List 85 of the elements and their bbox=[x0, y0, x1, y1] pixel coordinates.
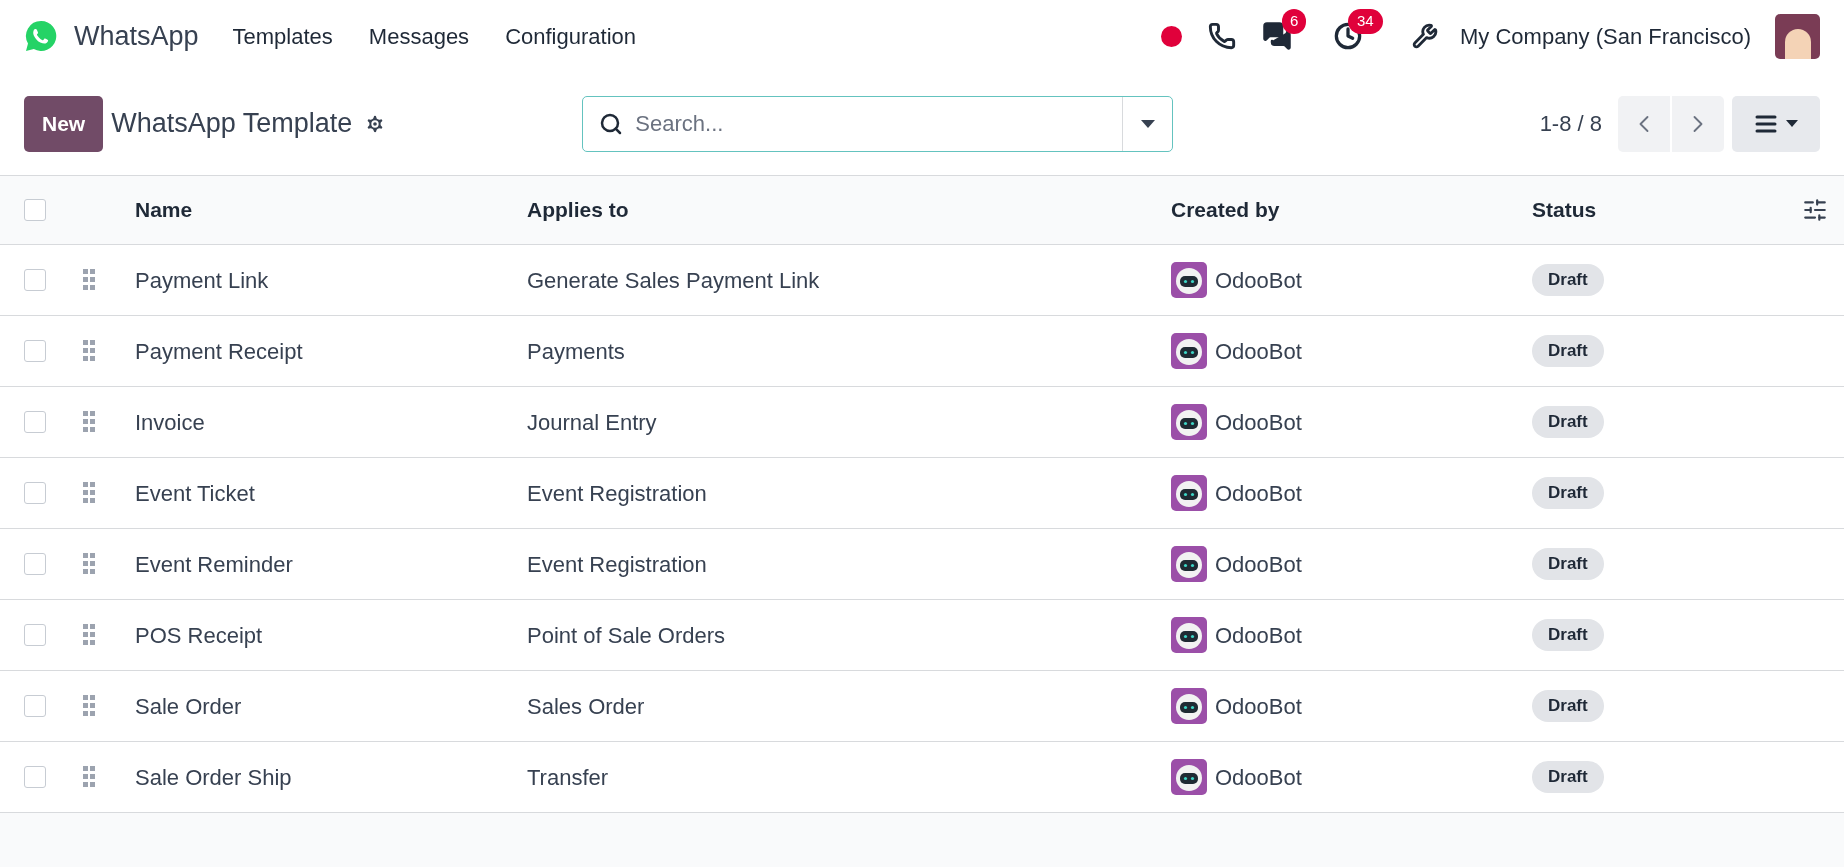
table-cell: Journal Entry bbox=[527, 409, 657, 435]
robot-avatar bbox=[1171, 546, 1207, 582]
checkbox[interactable] bbox=[24, 624, 46, 646]
robot-avatar bbox=[1171, 333, 1207, 369]
drag-handle-icon[interactable] bbox=[83, 269, 95, 291]
table-cell: Event Registration bbox=[527, 551, 707, 577]
search-bar[interactable]: Search... bbox=[582, 95, 1174, 152]
caret-icon bbox=[1140, 119, 1155, 128]
table-cell: Payment Link bbox=[135, 267, 269, 293]
robot-avatar bbox=[1171, 404, 1207, 440]
table-cell-text: OdooBot bbox=[1215, 266, 1302, 295]
status-badge: Draft bbox=[1532, 477, 1604, 509]
robot-avatar bbox=[1171, 475, 1207, 511]
table-cell: Sales Order bbox=[527, 693, 645, 719]
status-badge: Draft bbox=[1532, 690, 1604, 722]
notification-badge: 34 bbox=[1348, 9, 1383, 34]
table-cell: Transfer bbox=[527, 764, 609, 790]
menu-item[interactable]: Configuration bbox=[487, 19, 654, 53]
robot-avatar bbox=[1171, 617, 1207, 653]
phone-icon[interactable] bbox=[1208, 22, 1236, 50]
table-cell-text: OdooBot bbox=[1215, 763, 1302, 792]
table-cell: Payment Receipt bbox=[135, 338, 303, 364]
drag-handle-icon[interactable] bbox=[83, 624, 95, 646]
chat-bubble-logo-icon[interactable] bbox=[24, 19, 58, 53]
new-button[interactable]: New bbox=[24, 95, 104, 152]
table-cell: Sale Order Ship bbox=[135, 764, 292, 790]
column-header[interactable]: Status bbox=[1532, 194, 1597, 226]
next-button[interactable] bbox=[1672, 95, 1724, 152]
drag-handle-icon[interactable] bbox=[83, 340, 95, 362]
status-badge: Draft bbox=[1532, 619, 1604, 651]
table-cell-text: OdooBot bbox=[1215, 479, 1302, 508]
status-badge: Draft bbox=[1532, 761, 1604, 793]
menu-item[interactable]: Templates bbox=[214, 19, 351, 53]
previous-button[interactable] bbox=[1618, 95, 1670, 152]
checkbox[interactable] bbox=[24, 695, 46, 717]
menu-item[interactable]: Messages bbox=[350, 19, 488, 53]
checkbox[interactable] bbox=[24, 340, 46, 362]
column-header[interactable]: Name bbox=[135, 198, 193, 222]
drag-handle-icon[interactable] bbox=[83, 695, 95, 717]
pager-value[interactable]: 1-8 / 8 bbox=[1539, 107, 1602, 140]
table-cell: Invoice bbox=[135, 409, 205, 435]
table-cell-text: OdooBot bbox=[1215, 621, 1302, 650]
column-settings-icon[interactable] bbox=[1802, 197, 1828, 223]
table-cell: Point of Sale Orders bbox=[527, 622, 726, 648]
status-badge: Draft bbox=[1532, 264, 1604, 296]
status-badge: Draft bbox=[1532, 406, 1604, 438]
page-title: WhatsApp Template bbox=[111, 107, 353, 141]
drag-handle-icon[interactable] bbox=[83, 411, 95, 433]
table-cell-text: OdooBot bbox=[1215, 408, 1302, 437]
drag-handle-icon[interactable] bbox=[83, 482, 95, 504]
user-avatar[interactable] bbox=[1775, 13, 1820, 59]
company-name[interactable]: My Company (San Francisco) bbox=[1460, 19, 1751, 53]
status-badge: Draft bbox=[1532, 335, 1604, 367]
checkbox[interactable] bbox=[24, 199, 46, 221]
tools-icon[interactable] bbox=[1412, 23, 1438, 49]
table-cell: Sale Order bbox=[135, 693, 242, 719]
table-cell: Event Ticket bbox=[135, 480, 255, 506]
checkbox[interactable] bbox=[24, 269, 46, 291]
robot-avatar bbox=[1171, 759, 1207, 795]
checkbox[interactable] bbox=[24, 411, 46, 433]
column-header[interactable]: Applies to bbox=[527, 198, 629, 222]
robot-avatar bbox=[1171, 262, 1207, 298]
search-field[interactable]: Search... bbox=[635, 107, 1123, 140]
table-cell-text: OdooBot bbox=[1215, 337, 1302, 366]
caret-icon bbox=[1786, 120, 1798, 127]
drag-handle-icon[interactable] bbox=[83, 766, 95, 788]
column-header[interactable]: Created by bbox=[1171, 198, 1280, 222]
table-cell: Generate Sales Payment Link bbox=[527, 267, 820, 293]
table-cell-text: OdooBot bbox=[1215, 550, 1302, 579]
table-cell: Event Reminder bbox=[135, 551, 293, 577]
app-name[interactable]: WhatsApp bbox=[74, 15, 199, 57]
table-cell-text: OdooBot bbox=[1215, 692, 1302, 721]
search-icon bbox=[599, 111, 624, 136]
table-cell: POS Receipt bbox=[135, 622, 263, 648]
view-switcher-button[interactable] bbox=[1732, 95, 1820, 152]
chat-icon[interactable] bbox=[1262, 21, 1292, 51]
status-badge: Draft bbox=[1532, 548, 1604, 580]
drag-handle-icon[interactable] bbox=[83, 553, 95, 575]
checkbox[interactable] bbox=[24, 482, 46, 504]
checkbox[interactable] bbox=[24, 766, 46, 788]
table-cell: Payments bbox=[527, 338, 625, 364]
checkbox[interactable] bbox=[24, 553, 46, 575]
robot-avatar bbox=[1171, 688, 1207, 724]
notification-badge: 6 bbox=[1282, 9, 1307, 34]
table-cell: Event Registration bbox=[527, 480, 707, 506]
